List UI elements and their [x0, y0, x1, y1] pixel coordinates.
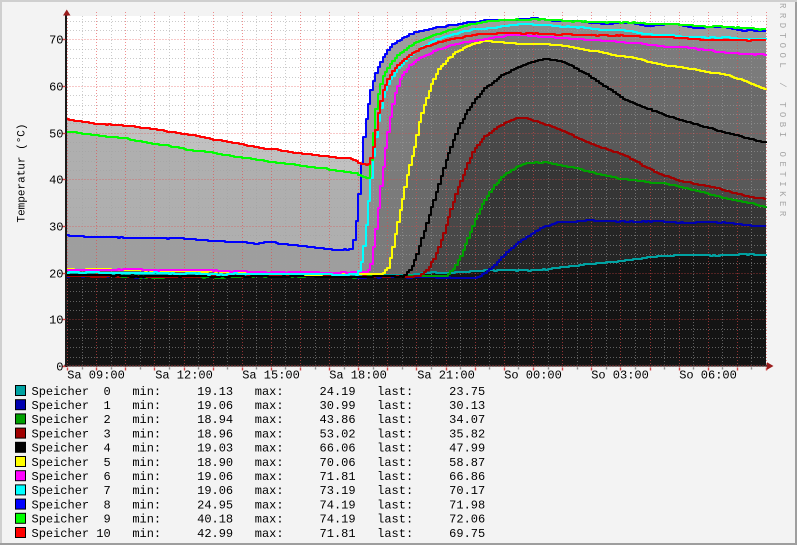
svg-text:10: 10 — [49, 314, 63, 328]
svg-text:Speicher 8 min: 24.95: Speicher 8 min: 24.95 max: 74.19 last: 7… — [32, 498, 486, 512]
svg-text:So 00:00: So 00:00 — [504, 369, 562, 383]
svg-text:Sa 09:00: Sa 09:00 — [67, 369, 125, 383]
svg-text:Sa 12:00: Sa 12:00 — [155, 369, 213, 383]
svg-text:Speicher 3 min: 18.96: Speicher 3 min: 18.96 max: 53.02 last: 3… — [32, 427, 486, 441]
svg-text:20: 20 — [49, 268, 63, 282]
svg-text:0: 0 — [56, 361, 63, 375]
svg-text:Temperatur (°C): Temperatur (°C) — [17, 123, 29, 222]
svg-text:Sa 18:00: Sa 18:00 — [329, 369, 387, 383]
svg-text:30: 30 — [49, 221, 63, 235]
svg-text:70: 70 — [49, 34, 63, 48]
svg-text:Speicher 2 min: 18.94: Speicher 2 min: 18.94 max: 43.86 last: 3… — [32, 413, 486, 427]
svg-text:Speicher 5 min: 18.90: Speicher 5 min: 18.90 max: 70.06 last: 5… — [32, 456, 486, 470]
svg-text:Speicher 7 min: 19.06: Speicher 7 min: 19.06 max: 73.19 last: 7… — [32, 484, 486, 498]
svg-text:Sa 15:00: Sa 15:00 — [242, 369, 300, 383]
svg-text:60: 60 — [49, 81, 63, 95]
svg-text:RRDTOOL / TOBI OETIKER: RRDTOOL / TOBI OETIKER — [777, 3, 787, 221]
svg-text:Speicher 9 min: 40.18: Speicher 9 min: 40.18 max: 74.19 last: 7… — [32, 513, 486, 527]
svg-text:Speicher 0 min: 19.13: Speicher 0 min: 19.13 max: 24.19 last: 2… — [32, 385, 486, 399]
svg-text:Speicher 4 min: 19.03: Speicher 4 min: 19.03 max: 66.06 last: 4… — [32, 442, 486, 456]
svg-text:Speicher 1 min: 19.06: Speicher 1 min: 19.06 max: 30.99 last: 3… — [32, 399, 486, 413]
svg-text:50: 50 — [49, 128, 63, 142]
svg-text:Speicher 6 min: 19.06: Speicher 6 min: 19.06 max: 71.81 last: 6… — [32, 470, 486, 484]
svg-text:40: 40 — [49, 174, 63, 188]
svg-text:So 06:00: So 06:00 — [679, 369, 737, 383]
svg-text:Sa 21:00: Sa 21:00 — [417, 369, 475, 383]
svg-text:So 03:00: So 03:00 — [591, 369, 649, 383]
svg-text:Speicher 10 min: 42.99: Speicher 10 min: 42.99 max: 71.81 last: … — [32, 527, 486, 541]
